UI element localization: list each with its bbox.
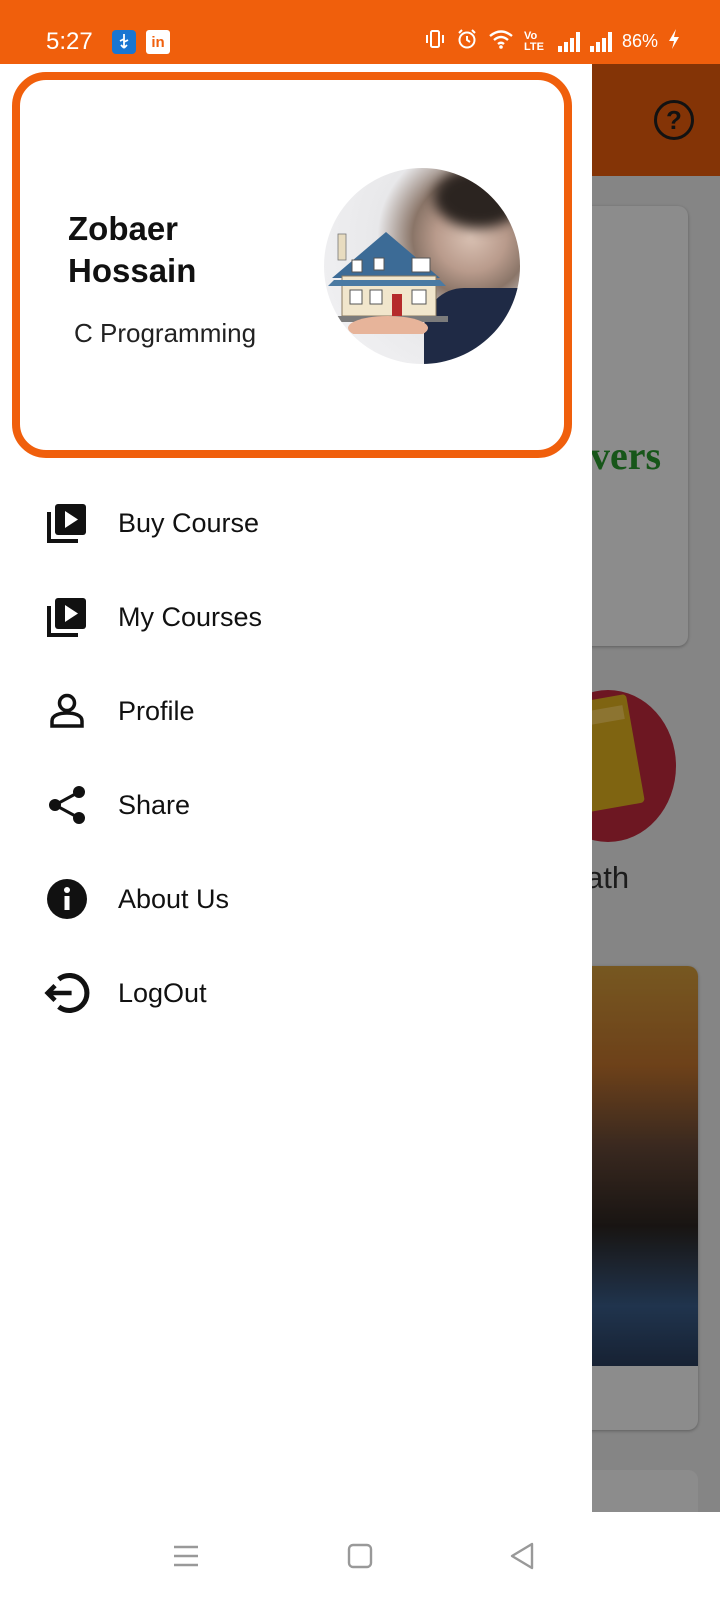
volte-icon: Vo LTE <box>523 29 544 53</box>
menu-item-my-courses[interactable]: My Courses <box>0 570 592 664</box>
battery-text: 86% <box>621 31 658 51</box>
menu-label: My Courses <box>118 601 263 632</box>
battery-charging-icon <box>668 28 680 55</box>
status-time: 5:27 <box>46 28 93 55</box>
signal-icon-2 <box>589 31 612 52</box>
user-name: Zobaer Hossain <box>68 210 197 289</box>
back-icon[interactable] <box>500 1534 544 1578</box>
menu-label: Profile <box>118 695 195 726</box>
video-library-icon <box>44 594 90 640</box>
menu-item-about-us[interactable]: About Us <box>0 852 592 946</box>
system-nav-bar <box>0 1512 720 1600</box>
person-icon <box>44 688 90 734</box>
menu-item-logout[interactable]: LogOut <box>0 946 592 1040</box>
linkedin-icon: in <box>146 30 170 54</box>
signal-icon <box>557 31 580 52</box>
menu-item-buy-course[interactable]: Buy Course <box>0 476 592 570</box>
menu-label: About Us <box>118 883 230 914</box>
menu-label: LogOut <box>118 977 207 1008</box>
avatar[interactable] <box>324 168 520 364</box>
drawer-menu: Buy Course My Courses Profile Share Abou… <box>0 476 592 1040</box>
status-icons: Vo LTE 86% <box>424 28 680 55</box>
house-image <box>328 232 448 334</box>
menu-label: Share <box>118 789 191 820</box>
menu-item-profile[interactable]: Profile <box>0 664 592 758</box>
logout-icon <box>44 970 90 1016</box>
wifi-icon <box>488 28 514 55</box>
vibrate-icon <box>424 28 446 55</box>
navigation-drawer: Zobaer Hossain C Programming Buy Course … <box>0 64 592 1512</box>
menu-icon[interactable] <box>164 1534 208 1578</box>
share-icon <box>44 782 90 828</box>
home-icon[interactable] <box>338 1534 382 1578</box>
usb-icon <box>112 30 136 54</box>
video-library-icon <box>44 500 90 546</box>
menu-label: Buy Course <box>118 507 260 538</box>
user-course: C Programming <box>74 318 257 348</box>
drawer-header: Zobaer Hossain C Programming <box>12 72 572 458</box>
menu-item-share[interactable]: Share <box>0 758 592 852</box>
status-bar: 5:27 in Vo LTE 86% <box>0 0 720 64</box>
info-icon <box>44 876 90 922</box>
alarm-icon <box>456 28 478 55</box>
